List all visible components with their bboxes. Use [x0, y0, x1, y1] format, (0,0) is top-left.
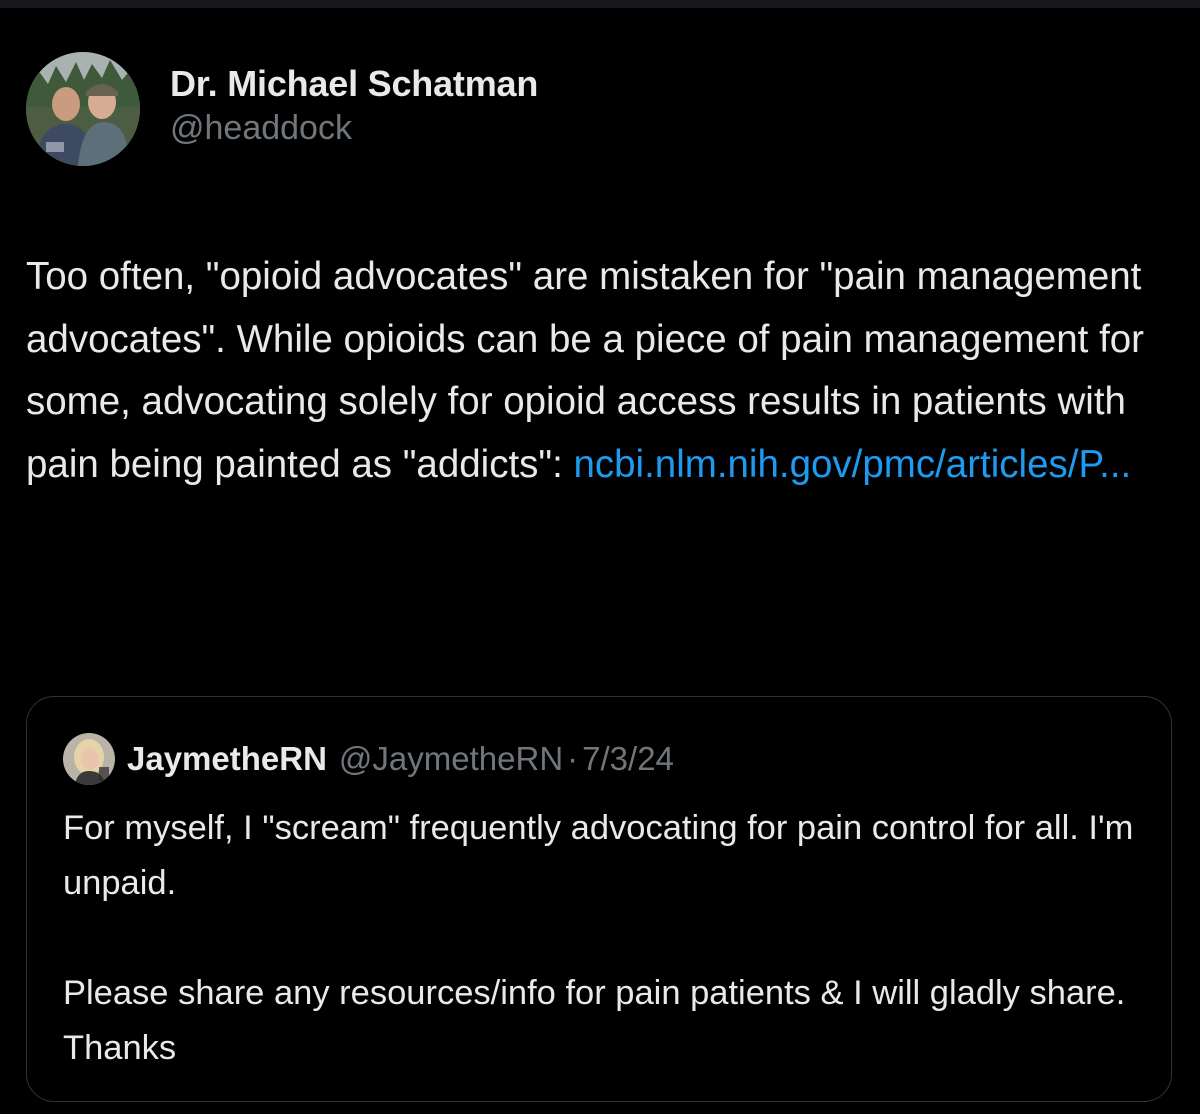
tweet-author-row[interactable]: Dr. Michael Schatman @headdock	[26, 52, 538, 166]
quote-handle[interactable]: @JaymetheRN	[339, 740, 563, 778]
quote-author-avatar[interactable]	[63, 733, 115, 785]
quote-display-name[interactable]: JaymetheRN	[127, 740, 327, 778]
quoted-tweet-text: For myself, I "scream" frequently advoca…	[63, 801, 1143, 1076]
tweet-text: Too often, "opioid advocates" are mistak…	[26, 246, 1166, 496]
author-handle[interactable]: @headdock	[170, 106, 538, 150]
quoted-tweet[interactable]: JaymetheRN @JaymetheRN · 7/3/24 For myse…	[26, 696, 1172, 1102]
tweet-link[interactable]: ncbi.nlm.nih.gov/pmc/articles/P...	[573, 443, 1131, 486]
quote-date[interactable]: 7/3/24	[582, 740, 674, 778]
quote-paragraph: For myself, I "scream" frequently advoca…	[63, 809, 1134, 902]
quote-separator: ·	[567, 740, 579, 777]
quoted-tweet-header: JaymetheRN @JaymetheRN · 7/3/24	[63, 733, 674, 785]
top-edge-strip	[0, 0, 1200, 8]
author-avatar[interactable]	[26, 52, 140, 166]
quote-paragraph: Please share any resources/info for pain…	[63, 974, 1126, 1067]
author-text: Dr. Michael Schatman @headdock	[170, 62, 538, 150]
author-display-name[interactable]: Dr. Michael Schatman	[170, 62, 538, 106]
